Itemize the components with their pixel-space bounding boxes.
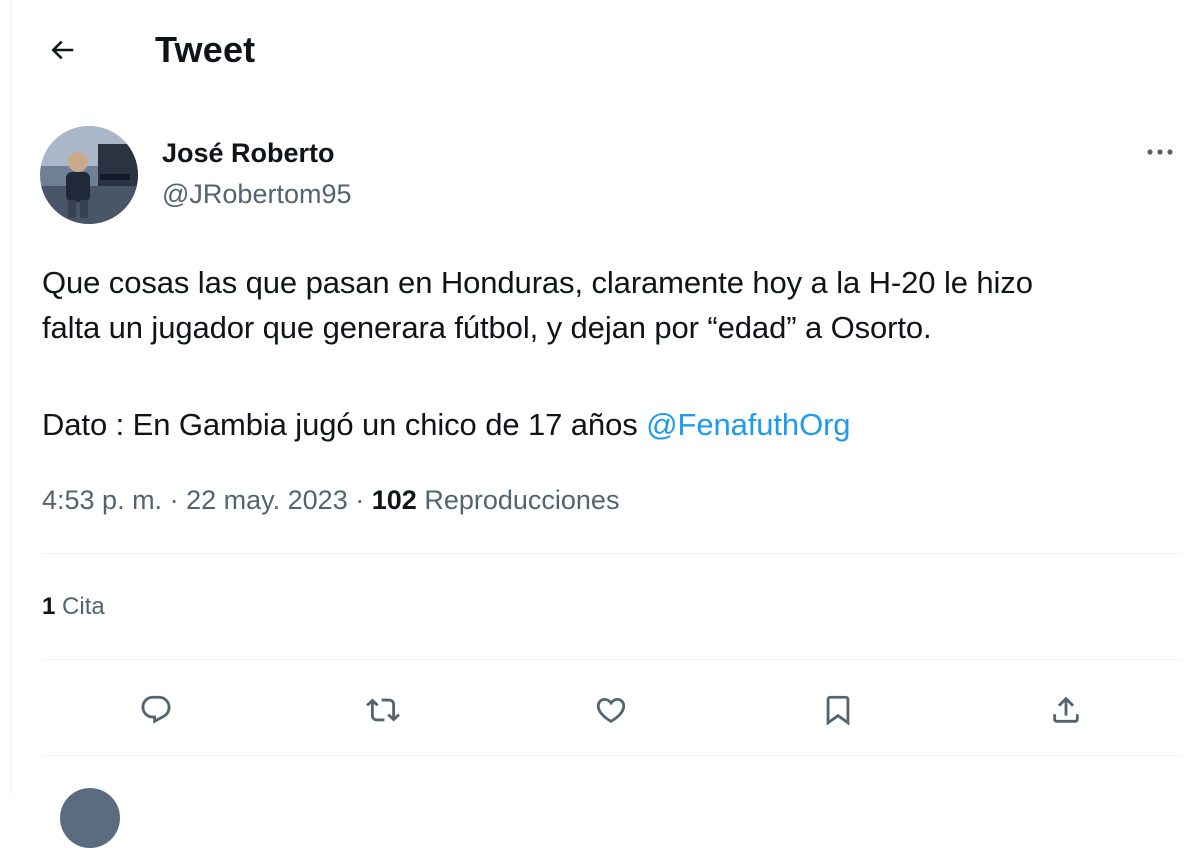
divider [42,553,1180,554]
quote-label: Cita [62,593,105,620]
next-reply-avatar[interactable] [60,788,120,848]
tweet-text: Que cosas las que pasan en Honduras, cla… [42,260,1182,447]
meta-separator: · [355,485,365,515]
back-button[interactable] [40,28,84,72]
views-count: 102 [371,485,417,515]
author-handle[interactable]: @JRobertom95 [162,178,352,210]
bookmark-button[interactable] [812,684,864,736]
avatar-image [40,126,138,224]
more-options-button[interactable] [1138,134,1182,170]
arrow-left-icon [51,40,74,60]
share-upload-icon [1053,696,1079,723]
retweet-icon [366,698,400,722]
divider [42,659,1180,660]
retweet-button[interactable] [357,684,409,736]
action-bar [0,684,1200,736]
quote-count: 1 [42,593,56,620]
bookmark-icon [826,695,850,726]
divider [42,755,1180,756]
quote-count-link[interactable]: 1 Cita [42,591,105,623]
mention-link[interactable]: @FenafuthOrg [646,407,850,442]
like-button[interactable] [585,684,637,736]
avatar[interactable] [40,126,138,224]
more-dots-icon [1147,149,1173,155]
reply-button[interactable] [130,684,182,736]
tweet-time[interactable]: 4:53 p. m. [42,485,162,515]
share-button[interactable] [1040,684,1092,736]
tweet-date[interactable]: 22 may. 2023 [186,485,348,515]
author-name[interactable]: José Roberto [162,137,335,169]
page-title: Tweet [155,29,256,70]
views-label: Reproducciones [424,485,620,515]
reply-bubble-icon [141,695,171,724]
tweet-line-text: Dato : En Gambia jugó un chico de 17 año… [42,407,647,442]
tweet-meta: 4:53 p. m. · 22 may. 2023 · 102 Reproduc… [42,482,619,518]
heart-icon [596,697,626,723]
tweet-line: falta un jugador que generara fútbol, y … [42,310,932,345]
meta-separator: · [169,485,179,515]
tweet-line: Dato : En Gambia jugó un chico de 17 año… [42,402,1182,447]
tweet-line: Que cosas las que pasan en Honduras, cla… [42,265,1033,300]
